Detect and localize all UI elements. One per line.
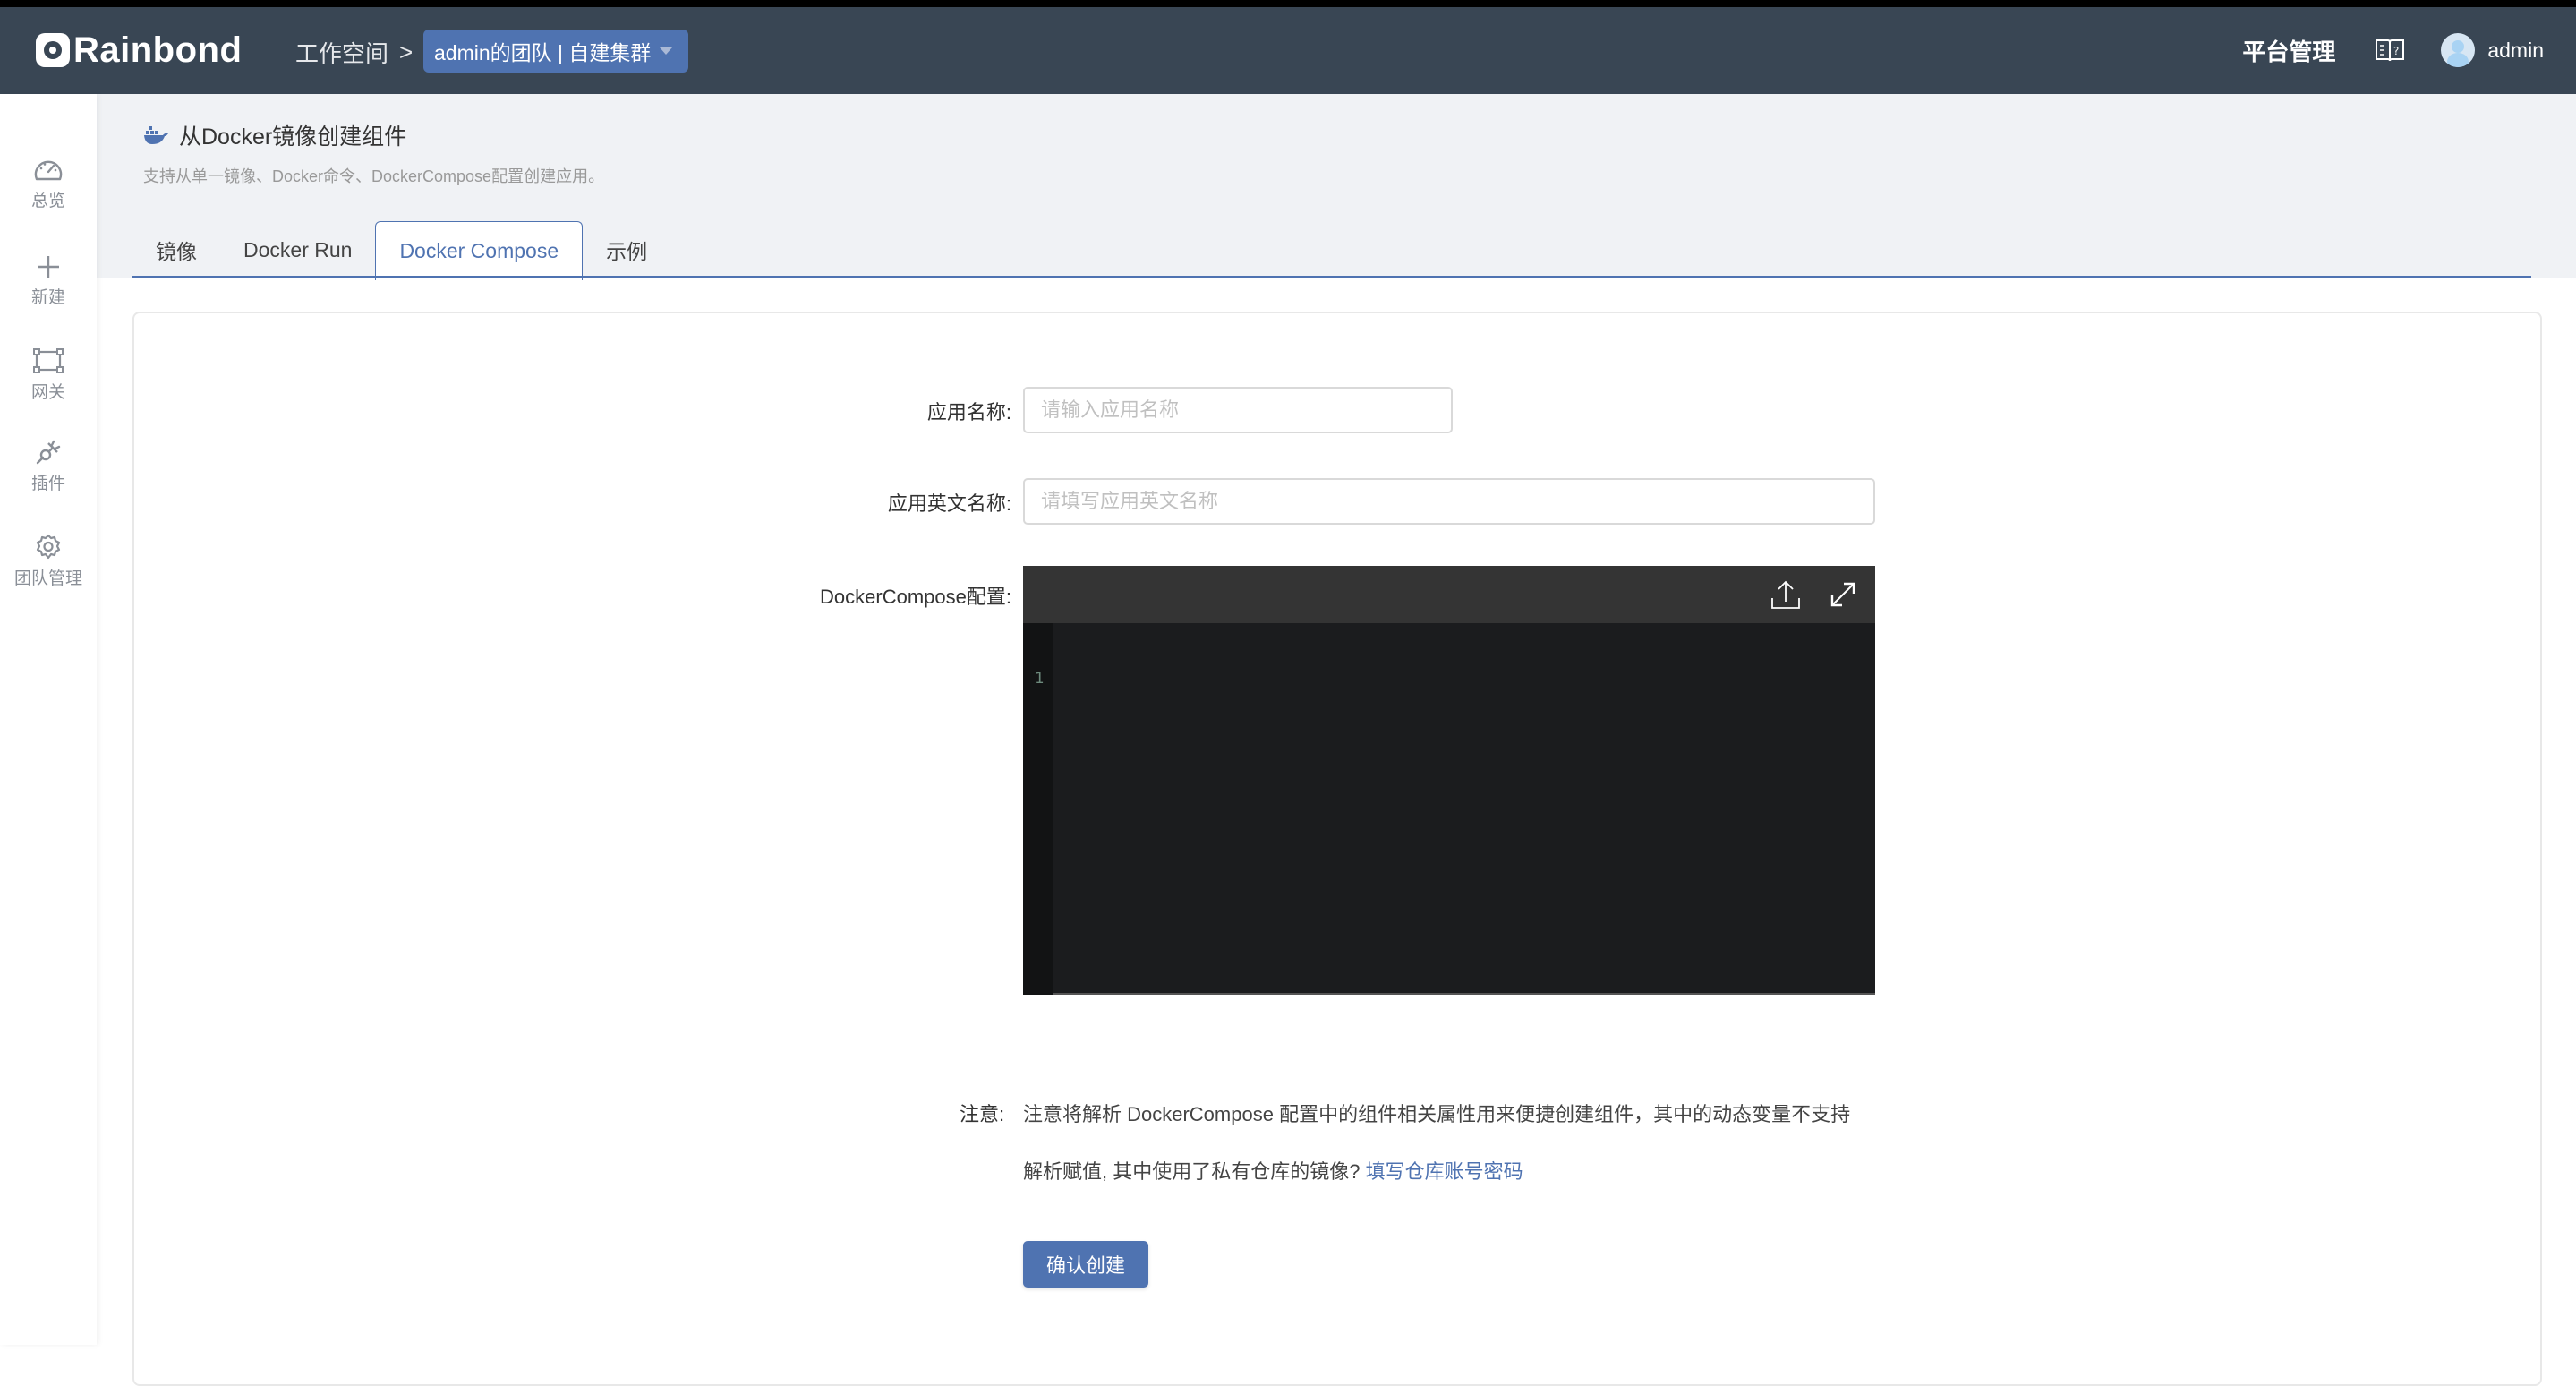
sidebar-item-overview[interactable]: 总览 [0,157,97,211]
note-text-line1: 注意将解析 DockerCompose 配置中的组件相关属性用来便捷创建组件，其… [1023,1103,1851,1125]
tab-underline [132,276,2531,278]
tab-docker-compose[interactable]: Docker Compose [375,221,584,280]
plus-icon [38,256,59,278]
app-english-name-label: 应用英文名称: [887,492,1011,515]
note-label: 注意: [960,1103,1005,1125]
upload-icon[interactable] [1770,578,1802,611]
svg-text:?: ? [2393,45,2399,57]
sidebar-item-team-management[interactable]: 团队管理 [0,533,97,589]
compose-code-editor: 1 [1023,566,1875,995]
gateway-nodes-icon [33,348,64,373]
username[interactable]: admin [2487,38,2544,63]
rainbond-logo[interactable]: Rainbond [36,30,242,70]
caret-down-icon [660,47,673,55]
note-text-line2: 解析赋值, 其中使用了私有仓库的镜像? 填写仓库账号密码 [1023,1159,1882,1185]
page-subtitle: 支持从单一镜像、Docker命令、DockerCompose配置创建应用。 [143,167,605,185]
rainbond-logo-icon [36,33,70,67]
plug-icon [36,440,61,465]
app-english-name-input[interactable] [1023,478,1875,525]
tab-image[interactable]: 镜像 [132,221,220,278]
window-top-strip [0,0,2576,7]
platform-admin-link[interactable]: 平台管理 [2242,34,2335,67]
note-line2-text: 解析赋值, 其中使用了私有仓库的镜像? [1023,1160,1366,1183]
editor-gutter: 1 [1023,623,1053,995]
app-name-input[interactable] [1023,387,1453,433]
sidebar: 总览 新建 网关 插件 团队管理 [0,94,97,1345]
top-header: Rainbond 工作空间 > admin的团队 | 自建集群 平台管理 ? a… [0,7,2576,94]
logo-text: Rainbond [73,30,243,70]
gear-icon [36,534,61,560]
line-number: 1 [1035,670,1045,688]
app-name-label: 应用名称: [926,401,1011,424]
sidebar-label: 网关 [30,383,65,402]
tab-docker-run[interactable]: Docker Run [220,221,375,278]
team-cluster-select[interactable]: admin的团队 | 自建集群 [423,30,689,73]
expand-icon[interactable] [1827,578,1859,611]
confirm-create-button[interactable]: 确认创建 [1023,1241,1148,1288]
docker-compose-config-label: DockerCompose配置: [820,586,1011,608]
header-right: 平台管理 ? admin [2242,27,2544,73]
breadcrumb-workspace[interactable]: 工作空间 [295,36,388,69]
page-title-text: 从Docker镜像创建组件 [179,124,407,150]
breadcrumb-separator: > [399,38,414,65]
page-header: 从Docker镜像创建组件 支持从单一镜像、Docker命令、DockerCom… [97,94,2576,280]
sidebar-label: 新建 [30,288,65,307]
tab-bar: 镜像 Docker Run Docker Compose 示例 [132,219,670,280]
user-avatar[interactable] [2441,33,2476,67]
sidebar-item-gateway[interactable]: 网关 [0,348,97,403]
book-question-icon[interactable]: ? [2375,37,2405,64]
sidebar-item-new[interactable]: 新建 [0,253,97,308]
editor-toolbar [1023,566,1875,623]
sidebar-item-plugins[interactable]: 插件 [0,438,97,494]
tab-example[interactable]: 示例 [583,221,670,278]
fill-registry-credentials-link[interactable]: 填写仓库账号密码 [1366,1160,1523,1183]
editor-bottom-border [1053,993,1875,995]
sidebar-label: 总览 [30,192,65,210]
compose-editor-textarea[interactable] [1053,623,1875,993]
breadcrumb: 工作空间 > [295,36,423,69]
page-title: 从Docker镜像创建组件 [143,119,406,151]
sidebar-label: 插件 [30,475,65,493]
dashboard-gauge-icon [34,160,63,181]
team-cluster-label: admin的团队 | 自建集群 [434,41,652,64]
docker-whale-icon [144,126,168,144]
sidebar-label: 团队管理 [13,569,82,588]
